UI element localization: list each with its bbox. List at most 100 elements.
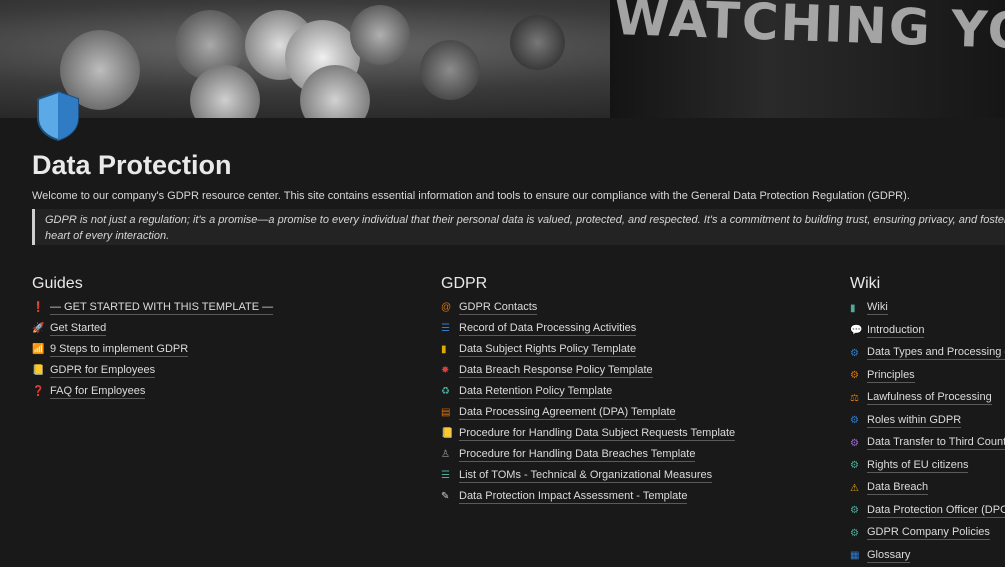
memo-icon: 📒 — [441, 428, 459, 439]
note-icon: 📒 — [32, 365, 50, 376]
gear-person-icon: ⚙ — [850, 528, 867, 539]
chart-icon: 📶 — [32, 344, 50, 355]
gdpr-link-label: Procedure for Handling Data Subject Requ… — [459, 427, 735, 441]
wiki-heading: Wiki — [850, 275, 1005, 293]
gdpr-link-label: List of TOMs - Technical & Organizationa… — [459, 469, 712, 483]
guide-link[interactable]: 📶9 Steps to implement GDPR — [32, 339, 273, 360]
gdpr-link-label: Data Breach Response Policy Template — [459, 364, 653, 378]
gear-person-icon: ⚙ — [850, 438, 867, 449]
pencil-icon: ✎ — [441, 491, 459, 502]
gdpr-link[interactable]: ♻Data Retention Policy Template — [441, 381, 735, 402]
wiki-link-label: Introduction — [867, 324, 924, 338]
wiki-link-label: GDPR Company Policies — [867, 526, 990, 540]
page-title: Data Protection — [32, 150, 232, 181]
exclamation-icon: ❗ — [32, 302, 50, 313]
guide-link-label: — GET STARTED WITH THIS TEMPLATE — — [50, 301, 273, 315]
cover-bokeh — [420, 40, 480, 100]
guide-link[interactable]: 🚀Get Started — [32, 318, 273, 339]
wiki-link[interactable]: ▮Wiki — [850, 297, 1005, 320]
wiki-link-label: Principles — [867, 369, 915, 383]
quote-line: heart of every interaction. — [45, 228, 1005, 244]
wiki-link[interactable]: ⚠Data Breach — [850, 477, 1005, 500]
gdpr-link-label: GDPR Contacts — [459, 301, 537, 315]
glossary-icon: ▦ — [850, 550, 867, 561]
guide-link-label: Get Started — [50, 322, 106, 336]
scales-icon: ⚖ — [850, 393, 867, 404]
wiki-link-label: Data Breach — [867, 481, 928, 495]
wiki-link-label: Data Transfer to Third Countr — [867, 436, 1005, 450]
guide-link[interactable]: ❓FAQ for Employees — [32, 381, 273, 402]
wiki-link-label: Wiki — [867, 301, 888, 315]
guides-list: ❗— GET STARTED WITH THIS TEMPLATE —🚀Get … — [32, 297, 273, 402]
wiki-link-label: Rights of EU citizens — [867, 459, 968, 473]
gdpr-link-label: Record of Data Processing Activities — [459, 322, 636, 336]
burst-icon: ✸ — [441, 365, 459, 376]
gdpr-link[interactable]: ☰Record of Data Processing Activities — [441, 318, 735, 339]
gdpr-link-label: Data Retention Policy Template — [459, 385, 612, 399]
quote-line: GDPR is not just a regulation; it's a pr… — [45, 212, 1005, 228]
gdpr-link[interactable]: 📒Procedure for Handling Data Subject Req… — [441, 423, 735, 444]
guide-link[interactable]: 📒GDPR for Employees — [32, 360, 273, 381]
gdpr-link[interactable]: ☰List of TOMs - Technical & Organization… — [441, 465, 735, 486]
quote-block: GDPR is not just a regulation; it's a pr… — [32, 209, 1005, 245]
intro-text: Welcome to our company's GDPR resource c… — [32, 190, 910, 202]
gdpr-link[interactable]: ♙Procedure for Handling Data Breaches Te… — [441, 444, 735, 465]
wiki-link[interactable]: ⚙GDPR Company Policies — [850, 522, 1005, 545]
wiki-column: Wiki ▮Wiki💬Introduction⚙Data Types and P… — [850, 275, 1005, 567]
gdpr-link-label: Procedure for Handling Data Breaches Tem… — [459, 448, 695, 462]
wiki-link[interactable]: ⚙Principles — [850, 365, 1005, 388]
guide-link[interactable]: ❗— GET STARTED WITH THIS TEMPLATE — — [32, 297, 273, 318]
person-icon: ♙ — [441, 449, 459, 460]
wiki-link-label: Roles within GDPR — [867, 414, 961, 428]
document-icon: ▤ — [441, 407, 459, 418]
gdpr-link[interactable]: ✎Data Protection Impact Assessment - Tem… — [441, 486, 735, 507]
warning-icon: ⚠ — [850, 483, 867, 494]
gdpr-link[interactable]: ▤Data Processing Agreement (DPA) Templat… — [441, 402, 735, 423]
guide-link-label: GDPR for Employees — [50, 364, 155, 378]
guides-heading: Guides — [32, 275, 273, 293]
gear-person-icon: ⚙ — [850, 460, 867, 471]
gear-person-icon: ⚙ — [850, 505, 867, 516]
speech-icon: 💬 — [850, 325, 867, 336]
wiki-link[interactable]: ⚖Lawfulness of Processing — [850, 387, 1005, 410]
gdpr-link-label: Data Processing Agreement (DPA) Template — [459, 406, 676, 420]
wiki-link[interactable]: ⚙Data Protection Officer (DPO — [850, 500, 1005, 523]
wiki-link[interactable]: ⚙Data Transfer to Third Countr — [850, 432, 1005, 455]
gear-person-icon: ⚙ — [850, 370, 867, 381]
gear-person-icon: ⚙ — [850, 415, 867, 426]
cover-bokeh — [510, 15, 565, 70]
recycle-icon: ♻ — [441, 386, 459, 397]
guide-link-label: FAQ for Employees — [50, 385, 145, 399]
gdpr-heading: GDPR — [441, 275, 735, 293]
gdpr-list: @GDPR Contacts☰Record of Data Processing… — [441, 297, 735, 507]
question-icon: ❓ — [32, 386, 50, 397]
cover-bokeh — [350, 5, 410, 65]
wiki-link[interactable]: ⚙Rights of EU citizens — [850, 455, 1005, 478]
book-icon: ▮ — [850, 303, 867, 314]
wiki-link[interactable]: ▦Glossary — [850, 545, 1005, 567]
wiki-link-label: Glossary — [867, 549, 910, 563]
rocket-icon: 🚀 — [32, 323, 50, 334]
list-icon: ☰ — [441, 323, 459, 334]
gdpr-column: GDPR @GDPR Contacts☰Record of Data Proce… — [441, 275, 735, 507]
wiki-link[interactable]: ⚙Roles within GDPR — [850, 410, 1005, 433]
gdpr-link[interactable]: ▮Data Subject Rights Policy Template — [441, 339, 735, 360]
shield-icon — [34, 90, 82, 142]
wiki-link[interactable]: ⚙Data Types and Processing of — [850, 342, 1005, 365]
at-icon: @ — [441, 302, 459, 313]
gdpr-link-label: Data Subject Rights Policy Template — [459, 343, 636, 357]
gdpr-link[interactable]: ✸Data Breach Response Policy Template — [441, 360, 735, 381]
wiki-link-label: Data Protection Officer (DPO — [867, 504, 1005, 518]
cover-sign: WATCHING YOU — [610, 0, 1005, 118]
cover-image: WATCHING YOU — [0, 0, 1005, 118]
bottle-icon: ▮ — [441, 344, 459, 355]
cover-sign-text: WATCHING YOU — [613, 0, 1005, 62]
gear-person-icon: ⚙ — [850, 348, 867, 359]
gdpr-link[interactable]: @GDPR Contacts — [441, 297, 735, 318]
wiki-link[interactable]: 💬Introduction — [850, 320, 1005, 343]
gdpr-link-label: Data Protection Impact Assessment - Temp… — [459, 490, 687, 504]
wiki-link-label: Lawfulness of Processing — [867, 391, 992, 405]
wiki-list: ▮Wiki💬Introduction⚙Data Types and Proces… — [850, 297, 1005, 567]
wiki-link-label: Data Types and Processing of — [867, 346, 1005, 360]
list-green-icon: ☰ — [441, 470, 459, 481]
